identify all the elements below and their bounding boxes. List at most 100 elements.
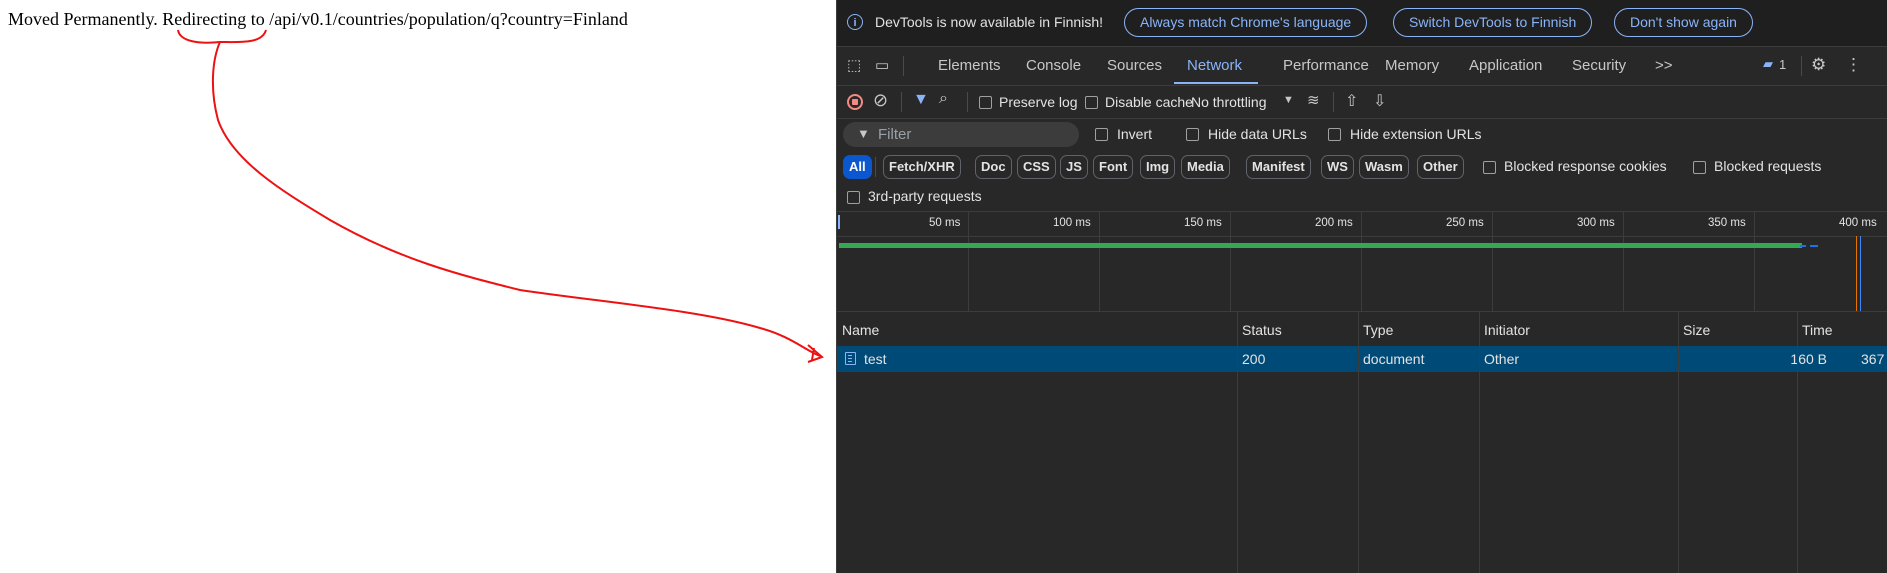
timeline-tick-label: 300 ms [1577,217,1615,229]
timeline-gridline [1623,211,1624,311]
timeline-tick-label: 250 ms [1446,217,1484,229]
device-toolbar-icon[interactable]: ▭ [875,56,889,74]
hide-data-urls-checkbox[interactable] [1186,128,1199,141]
issues-icon[interactable]: ▰ [1763,56,1773,72]
type-filter-ws[interactable]: WS [1321,155,1354,179]
column-header-initiator[interactable]: Initiator [1484,322,1530,338]
column-divider[interactable] [1479,312,1480,573]
column-header-time[interactable]: Time [1802,322,1833,338]
document-icon [845,352,856,365]
timeline-gridline [1754,211,1755,311]
disable-cache-label: Disable cache [1105,94,1193,110]
request-status: 200 [1242,351,1266,367]
disable-cache-checkbox[interactable] [1085,96,1098,109]
timeline-tick-label: 200 ms [1315,217,1353,229]
third-party-label: 3rd-party requests [868,188,982,204]
type-filter-js[interactable]: JS [1060,155,1088,179]
timeline-tick-label: 350 ms [1708,217,1746,229]
timeline-gridline [1492,211,1493,311]
filter-input[interactable]: ▼ Filter [843,122,1079,147]
arrow-path [211,41,821,357]
third-party-row: 3rd-party requests [837,183,1887,212]
filter-row: ▼ Filter Invert Hide data URLs Hide exte… [837,119,1887,151]
divider [1801,56,1802,76]
requests-table-header: Name Status Type Initiator Size Time [837,312,1887,347]
inspect-element-icon[interactable]: ⬚ [847,56,861,74]
invert-checkbox[interactable] [1095,128,1108,141]
type-filter-wasm[interactable]: Wasm [1359,155,1409,179]
column-divider[interactable] [1358,312,1359,573]
issues-count: 1 [1779,57,1787,72]
timeline-gridline [968,211,969,311]
request-time: 367 [1861,351,1885,367]
column-divider[interactable] [1678,312,1679,573]
tab-application[interactable]: Application [1469,57,1542,74]
type-filter-other[interactable]: Other [1417,155,1464,179]
tab-security[interactable]: Security [1572,57,1626,74]
invert-label: Invert [1117,126,1153,142]
info-icon: i [847,14,863,30]
import-har-icon[interactable]: ⇧ [1345,91,1358,111]
column-divider[interactable] [1237,312,1238,573]
tab-performance[interactable]: Performance [1283,57,1369,74]
column-header-name[interactable]: Name [842,322,879,338]
preserve-log-checkbox[interactable] [979,96,992,109]
clear-log-icon[interactable]: ⊘ [873,90,888,111]
divider [1333,92,1334,112]
devtools-panel: i DevTools is now available in Finnish! … [836,0,1887,573]
timeline-tick-label: 150 ms [1184,217,1222,229]
settings-gear-icon[interactable]: ⚙ [1811,55,1826,75]
throttling-select[interactable]: No throttling [1191,94,1266,110]
network-conditions-icon[interactable]: ≋ [1307,91,1320,109]
infobar-message: DevTools is now available in Finnish! [875,14,1103,30]
underline-bracket [177,29,267,44]
dont-show-again-button[interactable]: Don't show again [1614,8,1753,37]
tab-network[interactable]: Network [1187,57,1242,74]
more-tabs-icon[interactable]: >> [1655,57,1673,74]
divider [967,92,968,112]
type-filter-fetch-xhr[interactable]: Fetch/XHR [883,155,961,179]
network-toolbar: ⊘ ▼ ⌕ Preserve log Disable cache No thro… [837,86,1887,119]
request-initiator: Other [1484,351,1520,367]
column-header-status[interactable]: Status [1242,322,1282,338]
column-header-size[interactable]: Size [1683,322,1710,338]
type-filter-all[interactable]: All [843,155,872,179]
tab-console[interactable]: Console [1026,57,1081,74]
blocked-requests-checkbox[interactable] [1693,161,1706,174]
filter-funnel-icon[interactable]: ▼ [913,91,929,109]
red-arrow-annotation [177,29,824,363]
arrow-head [807,344,824,363]
type-filter-doc[interactable]: Doc [975,155,1012,179]
request-size: 160 B [1790,351,1827,367]
match-language-button[interactable]: Always match Chrome's language [1124,8,1368,37]
type-filter-manifest[interactable]: Manifest [1246,155,1311,179]
request-type: document [1363,351,1425,367]
type-filter-font[interactable]: Font [1093,155,1134,179]
tab-sources[interactable]: Sources [1107,57,1162,74]
timeline-gridline [1099,211,1100,311]
type-filter-img[interactable]: Img [1140,155,1176,179]
more-options-icon[interactable]: ⋮ [1845,55,1862,75]
chevron-down-icon[interactable]: ▼ [1283,94,1294,106]
tab-memory[interactable]: Memory [1385,57,1439,74]
timeline-divider [837,236,1887,237]
export-har-icon[interactable]: ⇩ [1373,91,1386,111]
type-filter-css[interactable]: CSS [1017,155,1056,179]
column-header-type[interactable]: Type [1363,322,1393,338]
timeline-bar-end [1800,245,1806,247]
type-filter-media[interactable]: Media [1181,155,1230,179]
hide-extension-urls-checkbox[interactable] [1328,128,1341,141]
blocked-response-cookies-checkbox[interactable] [1483,161,1496,174]
column-divider[interactable] [1797,312,1798,573]
table-row[interactable]: test 200 document Other 160 B 367 [837,346,1887,372]
hide-extension-urls-label: Hide extension URLs [1350,126,1482,142]
switch-to-finnish-button[interactable]: Switch DevTools to Finnish [1393,8,1593,37]
record-stop-icon[interactable] [847,94,863,110]
filter-icon: ▼ [857,126,870,141]
search-icon[interactable]: ⌕ [939,90,948,108]
resource-type-filters: All Fetch/XHR Doc CSS JS Font Img Media … [837,151,1887,183]
tab-elements[interactable]: Elements [938,57,1001,74]
network-overview-timeline[interactable]: 50 ms 100 ms 150 ms 200 ms 250 ms 300 ms… [837,211,1887,312]
request-name[interactable]: test [864,351,887,367]
third-party-checkbox[interactable] [847,191,860,204]
